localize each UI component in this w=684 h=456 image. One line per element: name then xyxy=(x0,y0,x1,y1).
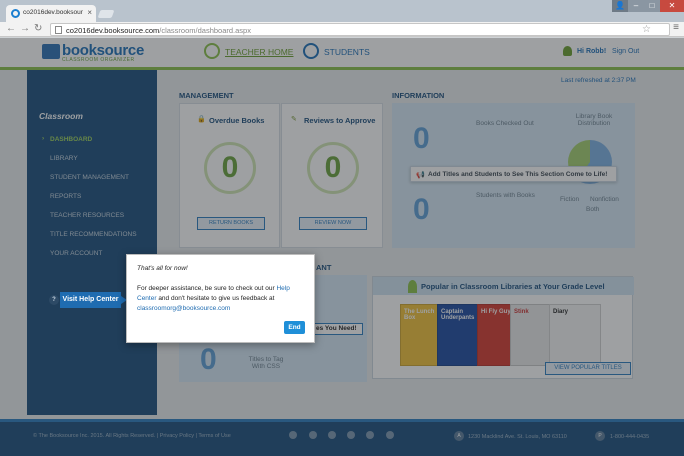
page-icon xyxy=(55,26,62,34)
dialog-text-1: For deeper assistance, be sure to check … xyxy=(137,285,277,292)
feedback-email-link[interactable]: classroomorg@booksource.com xyxy=(137,305,230,312)
end-button[interactable]: End xyxy=(284,321,305,334)
reload-icon[interactable]: ↻ xyxy=(34,23,42,34)
address-bar[interactable]: co2016dev.booksource.com/classroom/dashb… xyxy=(50,23,670,36)
browser-menu-icon[interactable]: ≡ xyxy=(673,22,679,33)
favicon-icon xyxy=(11,9,20,18)
help-question-icon[interactable]: ? xyxy=(49,295,59,305)
tab-title: co2016dev.booksource.cc xyxy=(23,9,83,16)
user-profile-icon[interactable]: 👤 xyxy=(612,0,628,12)
visit-help-center-tooltip[interactable]: Visit Help Center xyxy=(60,292,127,308)
close-window-icon[interactable]: ✕ xyxy=(660,0,684,12)
forward-arrow-icon[interactable]: → xyxy=(20,23,30,34)
tour-end-dialog: That's all for now! For deeper assistanc… xyxy=(126,254,315,343)
url-host: co2016dev.booksource.com xyxy=(66,26,160,35)
maximize-icon[interactable]: □ xyxy=(644,0,660,12)
browser-titlebar: co2016dev.booksource.cc × 👤 – □ ✕ xyxy=(0,0,684,22)
window-controls: 👤 – □ ✕ xyxy=(612,0,684,12)
dialog-text-2: and don't hesitate to give us feedback a… xyxy=(156,295,275,302)
bookmark-star-icon[interactable]: ☆ xyxy=(642,24,651,35)
minimize-icon[interactable]: – xyxy=(628,0,644,12)
close-tab-icon[interactable]: × xyxy=(87,8,92,17)
dialog-body: For deeper assistance, be sure to check … xyxy=(137,284,309,314)
new-tab-button[interactable] xyxy=(97,10,115,18)
url-text: co2016dev.booksource.com/classroom/dashb… xyxy=(66,26,251,35)
dialog-title: That's all for now! xyxy=(137,265,188,272)
tour-overlay[interactable] xyxy=(0,38,684,456)
back-arrow-icon[interactable]: ← xyxy=(6,23,16,34)
browser-tab[interactable]: co2016dev.booksource.cc × xyxy=(6,5,96,22)
url-path: /classroom/dashboard.aspx xyxy=(159,26,251,35)
browser-toolbar: ← → ↻ co2016dev.booksource.com/classroom… xyxy=(0,22,684,37)
page: booksource CLASSROOM ORGANIZER TEACHER H… xyxy=(0,38,684,456)
